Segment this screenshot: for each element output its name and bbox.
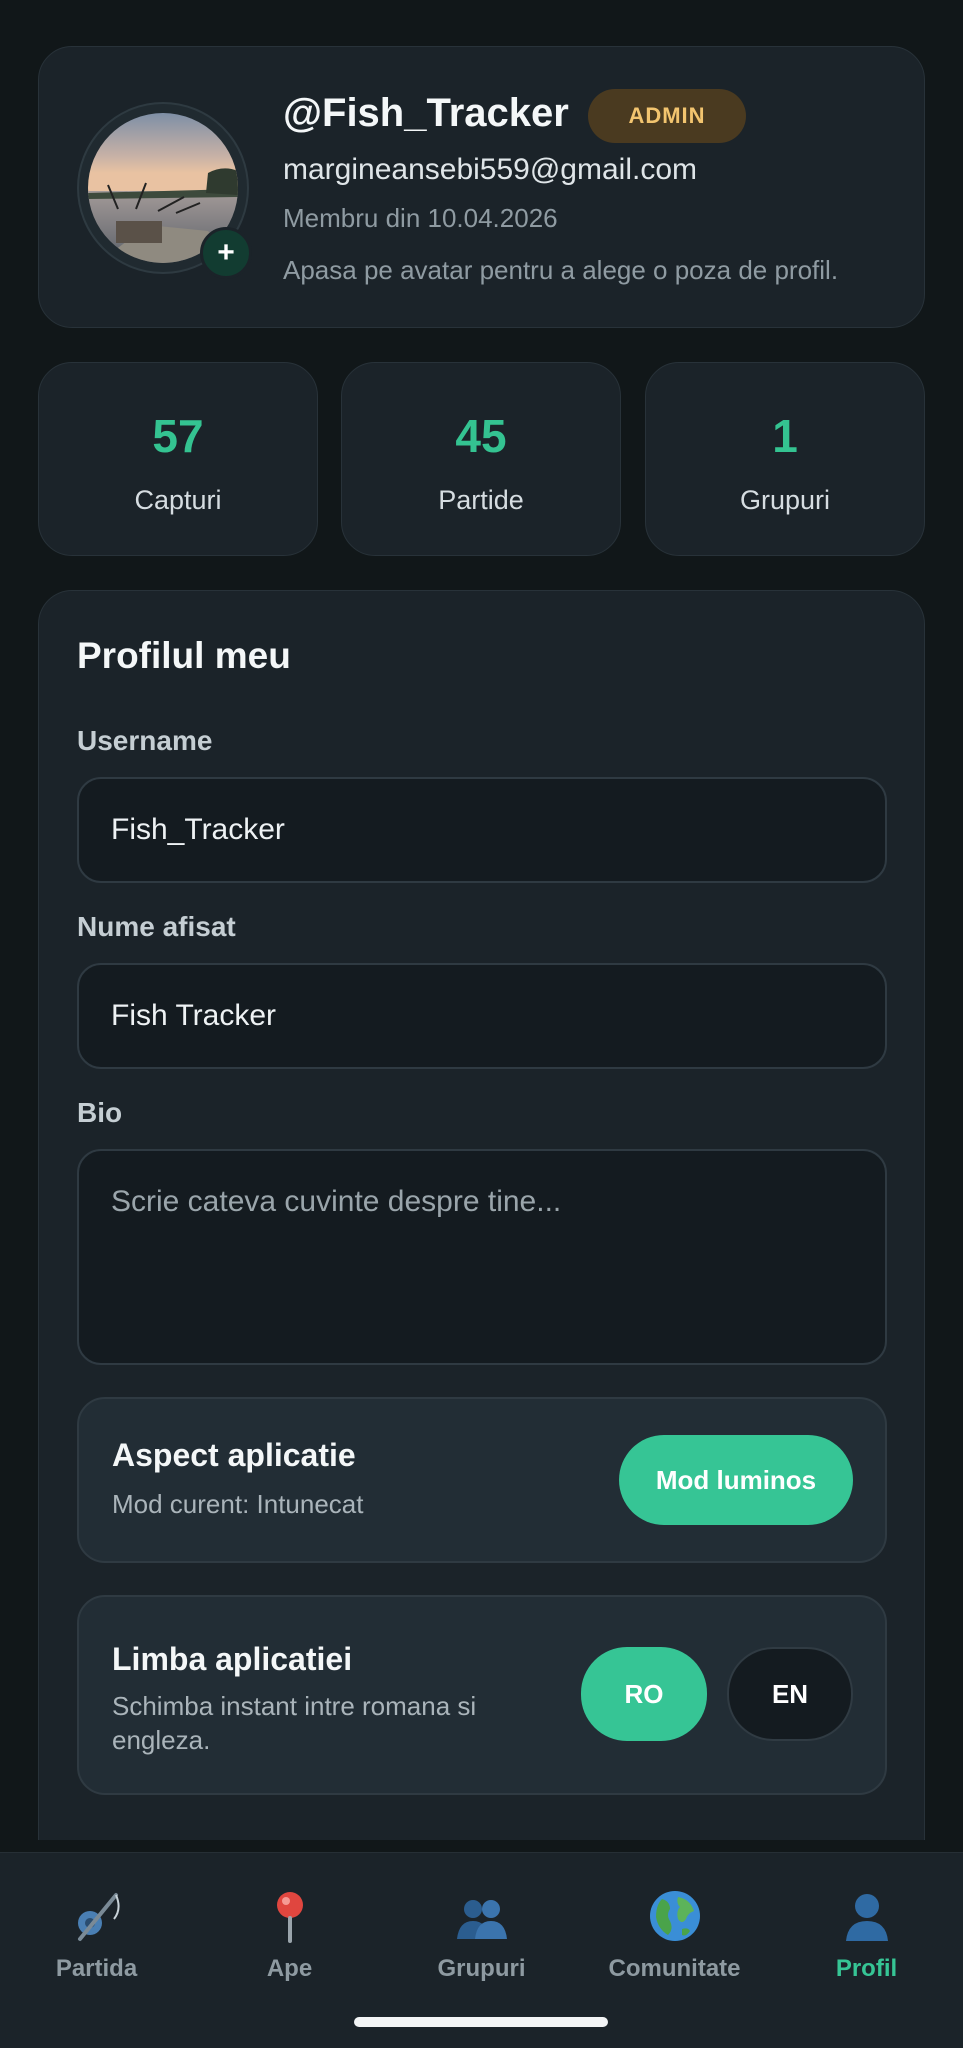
nav-item-comunitate[interactable]: Comunitate [578, 1889, 771, 1999]
fishing-rod-icon [77, 1893, 120, 1941]
nav-item-profil[interactable]: Profil [770, 1889, 963, 1999]
add-photo-plus-icon[interactable]: + [200, 227, 252, 279]
profile-handle: @Fish_Tracker [283, 91, 569, 135]
member-since: Membru din 10.04.2026 [283, 203, 558, 233]
nav-label: Profil [835, 1955, 898, 1982]
bio-label: Bio [77, 1097, 123, 1128]
profile-header-card: + @Fish_Tracker ADMIN margineansebi559@g… [38, 46, 925, 328]
language-card: Limba aplicatiei Schimba instant intre r… [77, 1595, 887, 1795]
stat-label: Grupuri [739, 485, 831, 515]
person-icon [845, 1894, 888, 1941]
home-indicator[interactable] [354, 2017, 608, 2027]
language-en-button[interactable]: EN [727, 1647, 853, 1741]
username-input[interactable]: Fish_Tracker [77, 777, 887, 883]
appearance-current-mode: Mod curent: Intunecat [112, 1489, 364, 1519]
nav-label: Comunitate [608, 1955, 741, 1982]
light-mode-button[interactable]: Mod luminos [619, 1435, 853, 1525]
people-icon [456, 1900, 507, 1939]
profile-form-card: Profilul meu Username Fish_Tracker Nume … [38, 590, 925, 1840]
appearance-title: Aspect aplicatie [112, 1437, 356, 1473]
stat-card-partide: 45 Partide [341, 362, 621, 556]
nav-item-partida[interactable]: Partida [0, 1889, 193, 1999]
form-title: Profilul meu [77, 635, 291, 676]
globe-icon [649, 1891, 700, 1941]
stat-value: 45 [455, 410, 507, 462]
stat-card-grupuri: 1 Grupuri [645, 362, 925, 556]
avatar-hint: Apasa pe avatar pentru a alege o poza de… [283, 255, 839, 285]
profile-email: margineansebi559@gmail.com [283, 153, 697, 186]
language-title: Limba aplicatiei [112, 1641, 353, 1677]
nav-label: Ape [266, 1955, 313, 1982]
admin-badge: ADMIN [588, 89, 746, 143]
language-description: Schimba instant intre romana si engleza. [112, 1691, 477, 1755]
display-name-input[interactable]: Fish Tracker [77, 963, 887, 1069]
profile-screen: + @Fish_Tracker ADMIN margineansebi559@g… [0, 0, 963, 2048]
display-name-label: Nume afisat [77, 911, 236, 942]
username-label: Username [77, 725, 213, 756]
nav-label: Grupuri [437, 1955, 526, 1982]
bio-textarea[interactable]: Scrie cateva cuvinte despre tine... [77, 1149, 887, 1365]
language-ro-button[interactable]: RO [581, 1647, 707, 1741]
nav-label: Partida [55, 1955, 138, 1982]
stat-label: Capturi [134, 485, 222, 515]
stat-value: 1 [772, 410, 798, 462]
stat-card-capturi: 57 Capturi [38, 362, 318, 556]
stat-label: Partide [438, 485, 524, 515]
appearance-card: Aspect aplicatie Mod curent: Intunecat M… [77, 1397, 887, 1563]
stat-value: 57 [152, 410, 204, 462]
nav-item-ape[interactable]: Ape [193, 1889, 386, 1999]
nav-item-grupuri[interactable]: Grupuri [385, 1889, 578, 1999]
map-pin-icon [276, 1892, 303, 1943]
